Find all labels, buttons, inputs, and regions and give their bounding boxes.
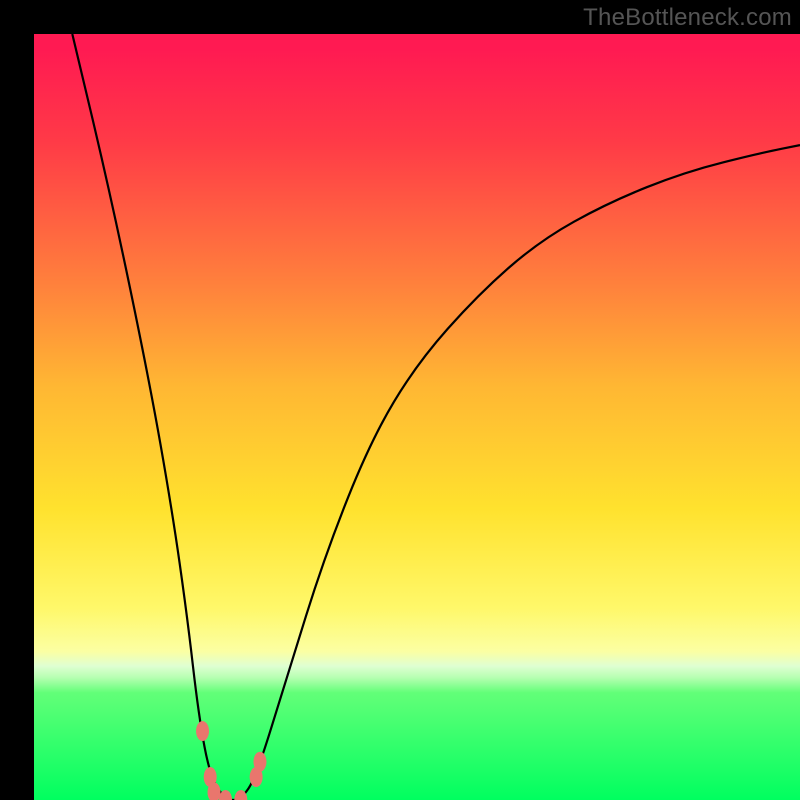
plot-frame (34, 34, 800, 800)
curve-line (72, 34, 800, 800)
curve-marker (196, 721, 209, 741)
attribution-text: TheBottleneck.com (583, 4, 792, 32)
curve-marker (253, 752, 266, 772)
bottleneck-curve (34, 34, 800, 800)
